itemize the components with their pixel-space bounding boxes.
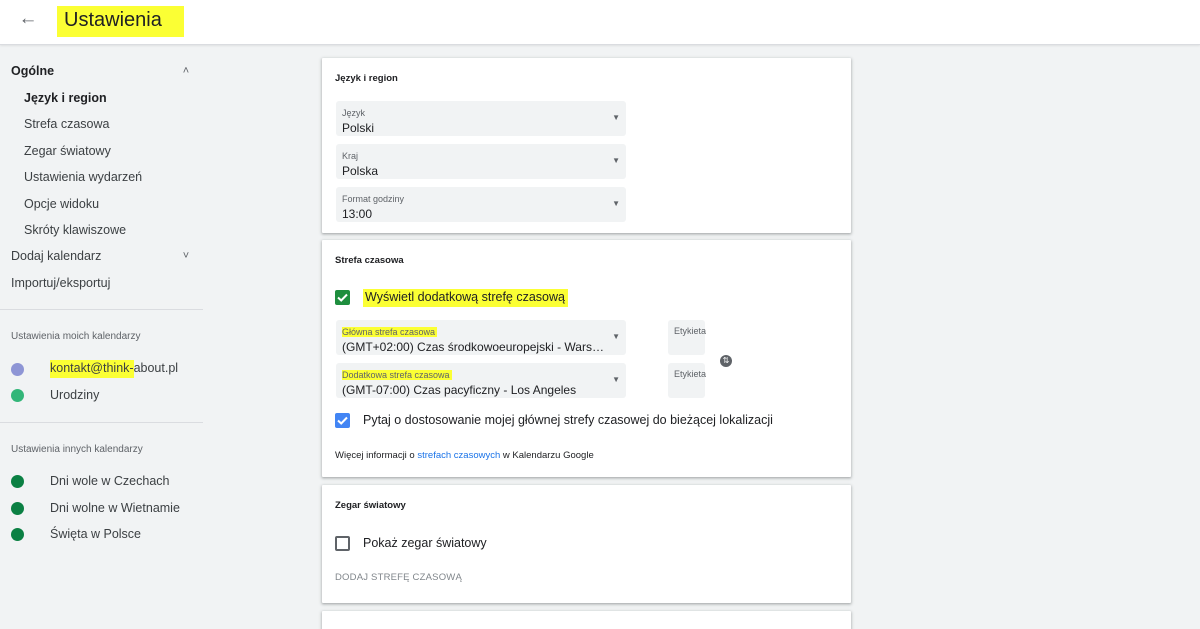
primary-timezone-tag-input[interactable]: Etykieta [668, 320, 707, 355]
select-label: Format godziny [342, 194, 405, 204]
sidebar-section-import-export[interactable]: Importuj/eksportuj [0, 270, 203, 296]
sidebar-item-view-options[interactable]: Opcje widoku [0, 191, 203, 217]
calendar-item-polish-holidays[interactable]: Święta w Polsce [50, 527, 141, 541]
sidebar-section-label: Dodaj kalendarz [11, 249, 102, 263]
sidebar-item-label: Zegar światowy [24, 144, 111, 158]
sidebar-divider [0, 422, 203, 423]
tag-placeholder: Etykieta [674, 326, 707, 336]
select-value: Polski [342, 121, 375, 135]
chevron-up-icon: ˄ [182, 65, 190, 77]
select-label: Główna strefa czasowa [342, 327, 438, 337]
calendar-color-dot [11, 528, 24, 541]
caret-down-icon: ▼ [612, 156, 620, 165]
sidebar-item-label: Ustawienia wydarzeń [24, 170, 143, 184]
calendar-color-dot [11, 389, 24, 402]
select-value: (GMT+02:00) Czas środkowoeuropejski - Wa… [342, 340, 604, 354]
info-prefix: Więcej informacji o [335, 450, 418, 461]
sidebar-item-timezone[interactable]: Strefa czasowa [0, 111, 203, 137]
select-value: 13:00 [342, 207, 373, 221]
sidebar-item-shortcuts[interactable]: Skróty klawiszowe [0, 217, 203, 243]
arrow-left-icon: ← [18, 8, 38, 29]
secondary-timezone-select[interactable]: Dodatkowa strefa czasowa (GMT-07:00) Cza… [336, 363, 626, 398]
timezone-card: Strefa czasowa Wyświetl dodatkową strefę… [322, 240, 851, 477]
calendar-item-vietnam-holidays[interactable]: Dni wolne w Wietnamie [50, 501, 180, 515]
caret-down-icon: ▼ [612, 332, 620, 341]
calendar-item-birthdays[interactable]: Urodziny [50, 388, 99, 402]
calendar-item-kontakt[interactable]: kontakt@think-about.pl [50, 360, 179, 378]
tag-placeholder: Etykieta [674, 369, 707, 379]
calendar-item-czech-holidays[interactable]: Dni wole w Czechach [50, 474, 170, 488]
select-label: Kraj [342, 151, 359, 161]
add-timezone-button[interactable]: DODAJ STREFĘ CZASOWĄ [335, 572, 462, 583]
card-title: Język i region [335, 73, 398, 84]
sidebar-item-label: Skróty klawiszowe [24, 223, 127, 237]
show-world-clock-label: Pokaż zegar światowy [363, 536, 487, 550]
check-icon [337, 416, 348, 425]
chevron-down-icon: ˅ [182, 250, 190, 262]
sidebar-item-label: Opcje widoku [24, 197, 100, 211]
calendar-color-dot [11, 502, 24, 515]
calendar-name-highlighted: kontakt@think- [50, 360, 134, 378]
ask-update-timezone-checkbox[interactable] [335, 413, 350, 428]
settings-sidebar: Ogólne ˄ Język i region Strefa czasowa Z… [0, 46, 203, 629]
timezone-info-text: Więcej informacji o strefach czasowych w… [335, 450, 594, 461]
language-region-card: Język i region Język Polski ▼ Kraj Polsk… [322, 58, 851, 233]
sidebar-item-event-settings[interactable]: Ustawienia wydarzeń [0, 164, 203, 190]
show-secondary-timezone-label: Wyświetl dodatkową strefę czasową [363, 289, 568, 307]
calendar-color-dot [11, 363, 24, 376]
sidebar-section-add-calendar[interactable]: Dodaj kalendarz ˅ [0, 243, 203, 269]
swap-timezones-icon[interactable]: ⇅ [720, 355, 732, 367]
caret-down-icon: ▼ [612, 113, 620, 122]
other-calendars-heading: Ustawienia innych kalendarzy [11, 444, 143, 455]
sidebar-item-label: Strefa czasowa [24, 117, 110, 131]
country-select[interactable]: Kraj Polska ▼ [336, 144, 626, 179]
language-select[interactable]: Język Polski ▼ [336, 101, 626, 136]
info-suffix: w Kalendarzu Google [500, 450, 594, 461]
timezones-help-link[interactable]: strefach czasowych [417, 450, 500, 461]
sidebar-item-world-clock[interactable]: Zegar światowy [0, 138, 203, 164]
select-label: Dodatkowa strefa czasowa [342, 370, 452, 380]
select-label: Język [342, 108, 366, 118]
secondary-timezone-tag-input[interactable]: Etykieta [668, 363, 707, 398]
show-world-clock-checkbox[interactable] [335, 536, 350, 551]
card-title: Strefa czasowa [335, 255, 404, 266]
ask-update-timezone-label: Pytaj o dostosowanie mojej głównej stref… [363, 413, 773, 427]
card-title: Zegar światowy [335, 500, 406, 511]
sidebar-item-label: Język i region [24, 91, 107, 105]
page-title: Ustawienia [57, 6, 184, 37]
sidebar-divider [0, 309, 203, 310]
back-button[interactable]: ← [14, 6, 42, 32]
calendar-name-rest: about.pl [133, 361, 179, 375]
check-icon [337, 293, 348, 302]
top-bar: ← Ustawienia [0, 0, 1200, 45]
sidebar-section-label: Ogólne [11, 64, 55, 78]
world-clock-card: Zegar światowy Pokaż zegar światowy DODA… [322, 485, 851, 603]
caret-down-icon: ▼ [612, 199, 620, 208]
select-value: (GMT-07:00) Czas pacyficzny - Los Angele… [342, 383, 577, 397]
caret-down-icon: ▼ [612, 375, 620, 384]
select-value: Polska [342, 164, 379, 178]
my-calendars-heading: Ustawienia moich kalendarzy [11, 331, 141, 342]
sidebar-section-label: Importuj/eksportuj [11, 276, 111, 290]
calendar-color-dot [11, 475, 24, 488]
time-format-select[interactable]: Format godziny 13:00 ▼ [336, 187, 626, 222]
sidebar-section-general[interactable]: Ogólne ˄ [0, 58, 203, 84]
show-secondary-timezone-checkbox[interactable] [335, 290, 350, 305]
primary-timezone-select[interactable]: Główna strefa czasowa (GMT+02:00) Czas ś… [336, 320, 626, 355]
sidebar-item-language[interactable]: Język i region [0, 85, 203, 111]
event-settings-card [322, 611, 851, 629]
